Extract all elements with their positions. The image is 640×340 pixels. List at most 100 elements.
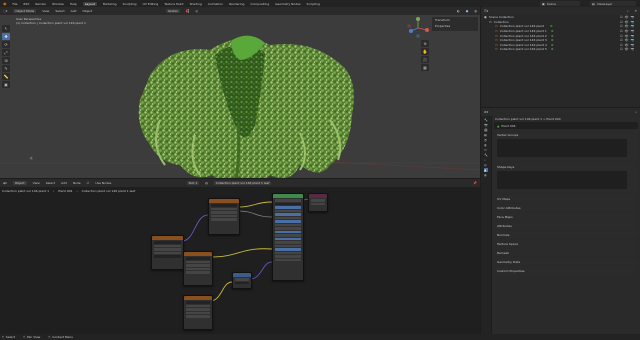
outliner-type-icon[interactable]: ☰▾ xyxy=(484,9,488,13)
exclude-checkbox-icon[interactable]: ☑ xyxy=(620,15,623,19)
particles-tab-icon[interactable]: ∴ xyxy=(484,158,488,162)
node-editor-type-icon[interactable]: ◈▾ xyxy=(3,181,7,185)
face-maps-panel[interactable]: Face Maps xyxy=(494,213,638,220)
proportional-edit-icon[interactable]: ◎ xyxy=(195,9,198,13)
tab-geometry-nodes[interactable]: Geometry Nodes xyxy=(275,2,300,6)
camera-icon[interactable]: 📷 xyxy=(631,47,635,51)
camera-icon[interactable]: 📷 xyxy=(631,43,635,47)
viewport-menu-view[interactable]: View xyxy=(42,9,49,13)
menu-help[interactable]: Help xyxy=(70,2,77,6)
eye-icon[interactable]: 👁 xyxy=(625,24,629,28)
tab-texture-paint[interactable]: Texture Paint xyxy=(164,2,183,6)
use-nodes-checkbox-icon[interactable]: ☑ xyxy=(87,181,90,185)
ortho-toggle-icon[interactable]: ▦ xyxy=(421,64,429,71)
eye-icon[interactable]: 👁 xyxy=(625,29,629,33)
eye-icon[interactable]: 👁 xyxy=(625,15,629,19)
tab-modeling[interactable]: Modeling xyxy=(103,2,117,6)
camera-icon[interactable]: 📷 xyxy=(631,20,635,24)
tab-layout[interactable]: Layout xyxy=(82,1,97,6)
n-panel-properties[interactable]: Properties xyxy=(432,23,478,29)
node-separate-color[interactable] xyxy=(208,198,240,235)
tool-tab-icon[interactable]: 🔧 xyxy=(484,118,488,122)
node-menu-view[interactable]: View xyxy=(33,181,40,185)
output-tab-icon[interactable]: 🖨 xyxy=(484,128,488,132)
scene-tab-icon[interactable]: ◔ xyxy=(484,138,488,142)
custom-properties-panel[interactable]: Custom Properties xyxy=(494,267,638,274)
eye-icon[interactable]: 👁 xyxy=(625,20,629,24)
outliner[interactable]: ▣ Scene Collection ▭ Collection ▭ Collec… xyxy=(481,15,640,107)
remesh-panel[interactable]: Remesh xyxy=(494,249,638,256)
object-tab-icon[interactable]: ▭ xyxy=(484,148,488,152)
rotate-tool-icon[interactable]: ⟳ xyxy=(2,41,10,48)
eye-icon[interactable]: 👁 xyxy=(625,38,629,42)
zoom-icon[interactable]: ⊕ xyxy=(421,40,429,47)
node-image-texture-3[interactable] xyxy=(183,295,213,330)
view-layer-tab-icon[interactable]: ▤ xyxy=(484,133,488,137)
tab-uv-editing[interactable]: UV Editing xyxy=(143,2,159,6)
exclude-checkbox-icon[interactable]: ☑ xyxy=(620,34,623,38)
tab-shading[interactable]: Shading xyxy=(190,2,202,6)
eye-icon[interactable]: 👁 xyxy=(625,34,629,38)
exclude-checkbox-icon[interactable]: ☑ xyxy=(620,29,623,33)
mode-dropdown[interactable]: Object Mode xyxy=(13,9,37,13)
view-layer-selector[interactable]: ▤ ViewLayer xyxy=(590,1,636,6)
tweak-tool-icon[interactable]: ↖ xyxy=(2,25,10,32)
node-type-dropdown[interactable]: Object xyxy=(12,181,27,185)
tab-animation[interactable]: Animation xyxy=(208,2,223,6)
node-menu-select[interactable]: Select xyxy=(46,181,55,185)
tab-rendering[interactable]: Rendering xyxy=(229,2,244,6)
scale-tool-icon[interactable]: ⤢ xyxy=(2,49,10,56)
uv-maps-panel[interactable]: UV Maps xyxy=(494,195,638,202)
move-tool-icon[interactable]: ✥ xyxy=(2,33,10,40)
mesh-name-field[interactable]: ▲ Plant 004 xyxy=(494,122,638,129)
camera-icon[interactable]: 📷 xyxy=(631,29,635,33)
properties-panel[interactable]: Collection plant vol 146 plant 1 > Plant… xyxy=(492,116,640,334)
viewport-menu-add[interactable]: Add xyxy=(71,9,77,13)
modifier-tab-icon[interactable]: 🔧 xyxy=(484,153,488,157)
navigation-gizmo[interactable] xyxy=(407,17,429,38)
texture-space-panel[interactable]: Texture Space xyxy=(494,240,638,247)
exclude-checkbox-icon[interactable]: ☑ xyxy=(620,24,623,28)
camera-icon[interactable]: 📷 xyxy=(631,24,635,28)
world-tab-icon[interactable]: ◍ xyxy=(484,143,488,147)
properties-type-icon[interactable]: ⚙▾ xyxy=(484,110,488,114)
exclude-checkbox-icon[interactable]: ☑ xyxy=(620,38,623,42)
node-editor[interactable]: Collection plant vol 146 plant 1 › Plant… xyxy=(0,187,480,334)
annotate-tool-icon[interactable]: ✎ xyxy=(2,65,10,72)
vertex-groups-panel[interactable]: Vertex Groups xyxy=(494,131,638,161)
outliner-filter-icon[interactable]: ⏷ xyxy=(635,9,637,13)
blender-logo-icon[interactable]: ◉ xyxy=(3,1,7,6)
node-image-texture-1[interactable] xyxy=(151,235,184,270)
exclude-checkbox-icon[interactable]: ☑ xyxy=(620,20,623,24)
eye-icon[interactable]: 👁 xyxy=(625,47,629,51)
transform-tool-icon[interactable]: ⊞ xyxy=(2,57,10,64)
menu-file[interactable]: File xyxy=(13,2,18,6)
viewport-menu-object[interactable]: Object xyxy=(82,9,92,13)
scene-selector[interactable]: ▣ Scene xyxy=(540,1,580,6)
pin-icon[interactable]: 📌 xyxy=(473,181,477,185)
camera-view-icon[interactable]: 🎥 xyxy=(421,56,429,63)
snap-icon[interactable]: 🧲 xyxy=(186,9,190,13)
overlays-icon[interactable]: ◐ xyxy=(457,9,460,13)
camera-icon[interactable]: 📷 xyxy=(631,34,635,38)
menu-edit[interactable]: Edit xyxy=(24,2,30,6)
outliner-search-icon[interactable]: ⌕ xyxy=(627,9,629,13)
physics-tab-icon[interactable]: ◎ xyxy=(484,163,488,167)
camera-icon[interactable]: 📷 xyxy=(631,38,635,42)
shading-material-icon[interactable]: ◍ xyxy=(474,9,477,13)
node-image-texture-2[interactable] xyxy=(183,251,213,286)
measure-tool-icon[interactable]: 📏 xyxy=(2,73,10,80)
tab-compositing[interactable]: Compositing xyxy=(250,2,269,6)
data-tab-icon[interactable]: ▲ xyxy=(484,168,488,172)
light-icon[interactable]: ☀ xyxy=(29,156,33,162)
material-name-field[interactable]: Collection plant vol 146 plant 1 leaf xyxy=(213,181,272,185)
vertex-groups-list[interactable] xyxy=(497,139,627,157)
3d-viewport[interactable]: User Perspective (1) Collection | Collec… xyxy=(0,15,480,178)
color-attributes-panel[interactable]: Color Attributes xyxy=(494,204,638,211)
shape-keys-list[interactable] xyxy=(497,171,627,189)
node-menu-node[interactable]: Node xyxy=(73,181,81,185)
material-tab-icon[interactable]: ◍ xyxy=(484,173,488,177)
viewport-menu-select[interactable]: Select xyxy=(55,9,64,13)
exclude-checkbox-icon[interactable]: ☑ xyxy=(620,47,623,51)
node-principled-bsdf[interactable] xyxy=(272,193,304,281)
